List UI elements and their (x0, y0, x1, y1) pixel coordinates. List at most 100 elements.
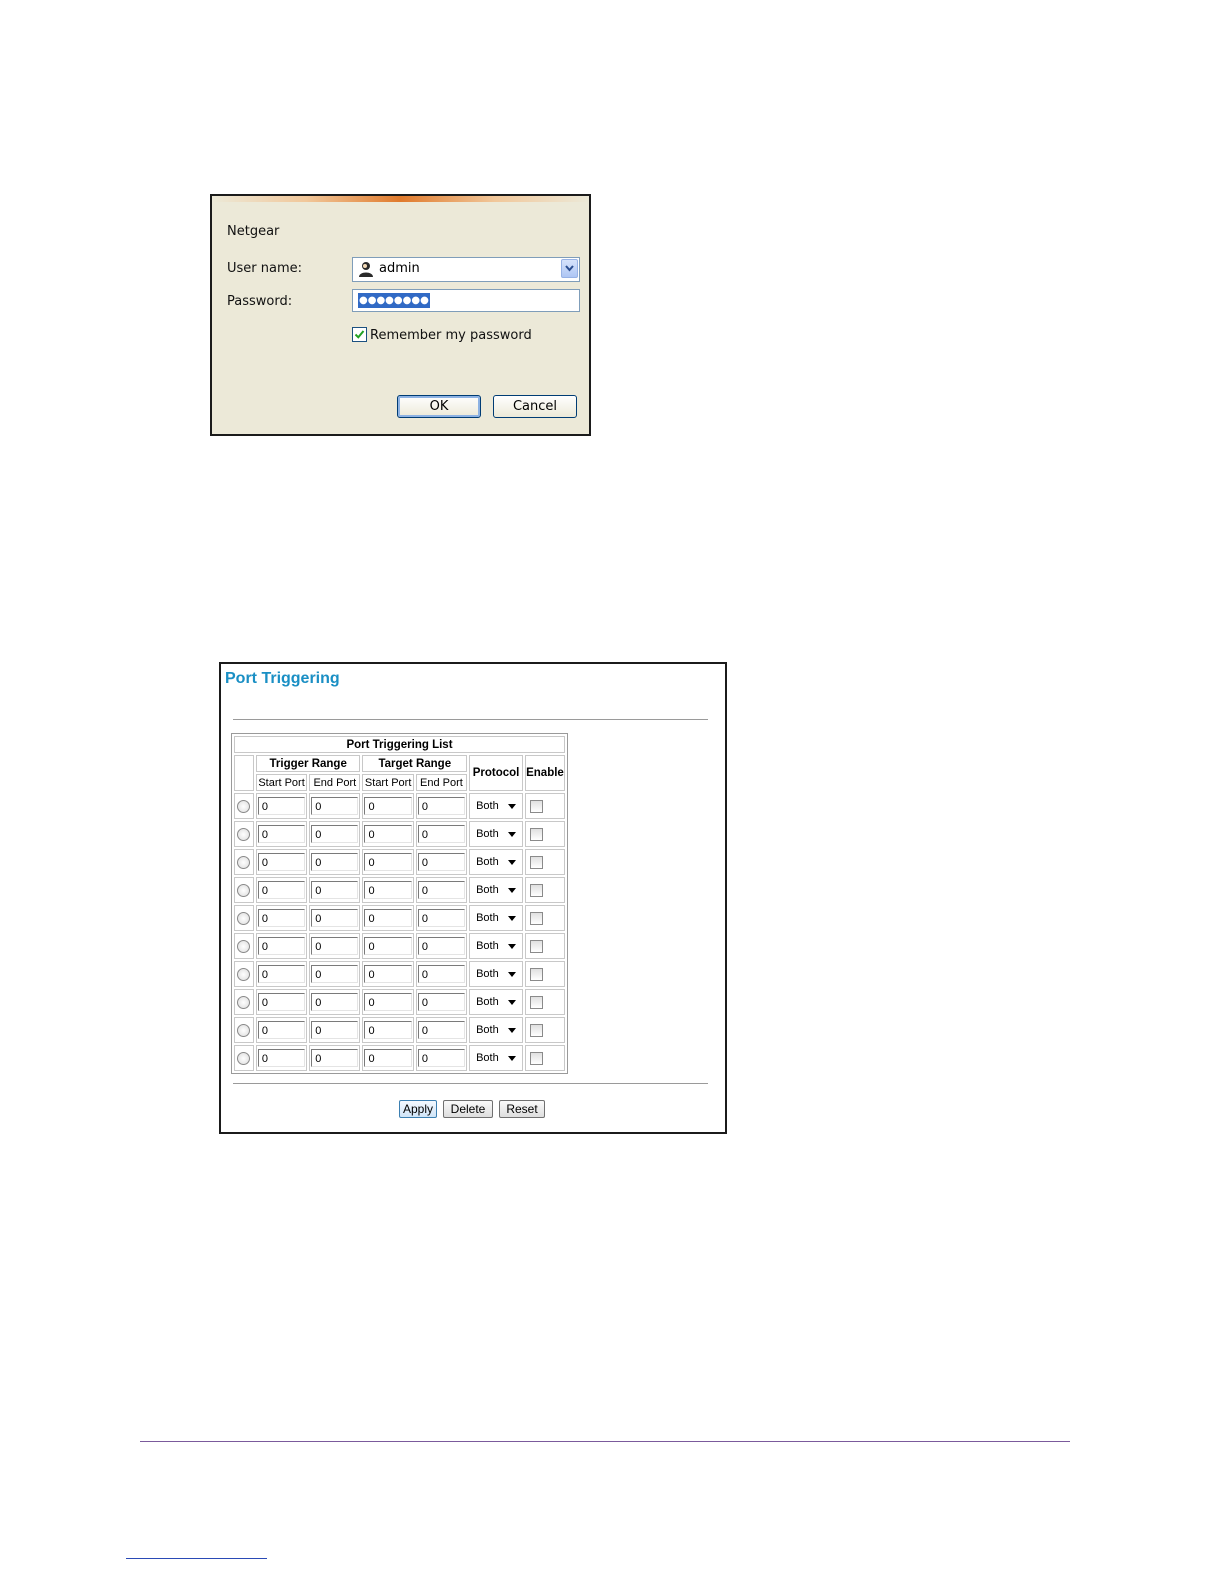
ok-button[interactable]: OK (397, 395, 481, 418)
row-select-radio[interactable] (237, 1023, 251, 1037)
trigger-start-port-input[interactable]: 0 (257, 853, 306, 871)
trigger-start-port-input[interactable]: 0 (257, 797, 306, 815)
row-select-radio[interactable] (237, 799, 251, 813)
enable-checkbox[interactable] (529, 967, 543, 981)
row-select-radio[interactable] (237, 939, 251, 953)
target-start-port-input[interactable]: 0 (364, 853, 412, 871)
enable-cell (524, 849, 565, 875)
enable-checkbox[interactable] (529, 883, 543, 897)
target-start-cell: 0 (362, 905, 414, 931)
enable-checkbox[interactable] (529, 1051, 543, 1065)
protocol-select[interactable]: Both (472, 937, 520, 955)
target-end-port-input[interactable]: 0 (417, 881, 466, 899)
trigger-end-cell: 0 (309, 1017, 361, 1043)
trigger-end-port-input[interactable]: 0 (311, 993, 359, 1011)
row-select-radio[interactable] (237, 995, 251, 1009)
target-end-port-input[interactable]: 0 (417, 965, 466, 983)
enable-checkbox[interactable] (529, 911, 543, 925)
trigger-start-port-input[interactable]: 0 (257, 965, 306, 983)
row-select-cell (234, 905, 254, 931)
trigger-start-port-input[interactable]: 0 (257, 1021, 306, 1039)
trigger-end-cell: 0 (309, 1045, 361, 1071)
row-select-radio[interactable] (237, 967, 251, 981)
password-field[interactable]: ●●●●●●●● (352, 289, 580, 312)
trigger-start-cell: 0 (255, 1045, 308, 1071)
trigger-end-port-input[interactable]: 0 (311, 881, 359, 899)
target-end-port-input[interactable]: 0 (417, 937, 466, 955)
enable-checkbox[interactable] (529, 995, 543, 1009)
enable-checkbox[interactable] (529, 799, 543, 813)
trigger-end-port-input[interactable]: 0 (311, 965, 359, 983)
target-end-port-input[interactable]: 0 (417, 1021, 466, 1039)
trigger-end-port-input[interactable]: 0 (311, 825, 359, 843)
protocol-select[interactable]: Both (472, 993, 520, 1011)
target-start-port-header: Start Port (362, 774, 414, 791)
username-dropdown-button[interactable] (561, 259, 578, 278)
reset-button[interactable]: Reset (499, 1100, 545, 1118)
target-start-cell: 0 (362, 961, 414, 987)
trigger-end-port-input[interactable]: 0 (311, 937, 359, 955)
protocol-select[interactable]: Both (472, 965, 520, 983)
target-start-port-input[interactable]: 0 (364, 797, 412, 815)
protocol-select[interactable]: Both (472, 797, 520, 815)
trigger-start-port-header: Start Port (255, 774, 308, 791)
trigger-start-port-input[interactable]: 0 (257, 881, 306, 899)
protocol-cell: Both (469, 793, 523, 819)
trigger-end-cell: 0 (309, 989, 361, 1015)
protocol-cell: Both (469, 961, 523, 987)
target-end-port-input[interactable]: 0 (417, 797, 466, 815)
enable-checkbox[interactable] (529, 1023, 543, 1037)
target-end-port-input[interactable]: 0 (417, 825, 466, 843)
protocol-select[interactable]: Both (472, 1049, 520, 1067)
target-end-cell: 0 (415, 905, 468, 931)
target-start-port-input[interactable]: 0 (364, 825, 412, 843)
delete-button[interactable]: Delete (443, 1100, 493, 1118)
row-select-radio[interactable] (237, 1051, 251, 1065)
target-end-port-input[interactable]: 0 (417, 853, 466, 871)
username-combobox[interactable]: admin (352, 257, 580, 282)
trigger-start-port-input[interactable]: 0 (257, 1049, 306, 1067)
target-start-port-input[interactable]: 0 (364, 965, 412, 983)
protocol-select[interactable]: Both (472, 881, 520, 899)
protocol-select[interactable]: Both (472, 853, 520, 871)
port-triggering-table: Port Triggering List Trigger Range Targe… (231, 733, 568, 1074)
enable-checkbox[interactable] (529, 827, 543, 841)
table-row: 0 0 0 0 Both (234, 933, 565, 959)
remember-password-checkbox[interactable] (352, 327, 367, 342)
trigger-start-port-input[interactable]: 0 (257, 993, 306, 1011)
trigger-end-port-input[interactable]: 0 (311, 909, 359, 927)
protocol-select[interactable]: Both (472, 1021, 520, 1039)
target-start-port-input[interactable]: 0 (364, 1021, 412, 1039)
row-select-radio[interactable] (237, 827, 251, 841)
target-start-port-input[interactable]: 0 (364, 993, 412, 1011)
target-start-port-input[interactable]: 0 (364, 881, 412, 899)
protocol-cell: Both (469, 821, 523, 847)
row-select-cell (234, 793, 254, 819)
trigger-range-header: Trigger Range (255, 755, 361, 772)
target-end-port-input[interactable]: 0 (417, 909, 466, 927)
enable-checkbox[interactable] (529, 939, 543, 953)
target-start-port-input[interactable]: 0 (364, 909, 412, 927)
target-end-cell: 0 (415, 849, 468, 875)
row-select-radio[interactable] (237, 883, 251, 897)
cancel-button[interactable]: Cancel (493, 395, 577, 418)
target-start-port-input[interactable]: 0 (364, 1049, 412, 1067)
target-end-port-input[interactable]: 0 (417, 1049, 466, 1067)
row-select-radio[interactable] (237, 911, 251, 925)
trigger-end-port-input[interactable]: 0 (311, 1049, 359, 1067)
row-select-radio[interactable] (237, 855, 251, 869)
trigger-start-port-input[interactable]: 0 (257, 909, 306, 927)
target-start-port-input[interactable]: 0 (364, 937, 412, 955)
protocol-select[interactable]: Both (472, 909, 520, 927)
enable-checkbox[interactable] (529, 855, 543, 869)
trigger-start-port-input[interactable]: 0 (257, 825, 306, 843)
protocol-select[interactable]: Both (472, 825, 520, 843)
trigger-start-port-input[interactable]: 0 (257, 937, 306, 955)
trigger-end-port-input[interactable]: 0 (311, 797, 359, 815)
trigger-end-port-input[interactable]: 0 (311, 1021, 359, 1039)
apply-button[interactable]: Apply (399, 1100, 437, 1118)
row-select-cell (234, 961, 254, 987)
protocol-cell: Both (469, 849, 523, 875)
trigger-end-port-input[interactable]: 0 (311, 853, 359, 871)
target-end-port-input[interactable]: 0 (417, 993, 466, 1011)
